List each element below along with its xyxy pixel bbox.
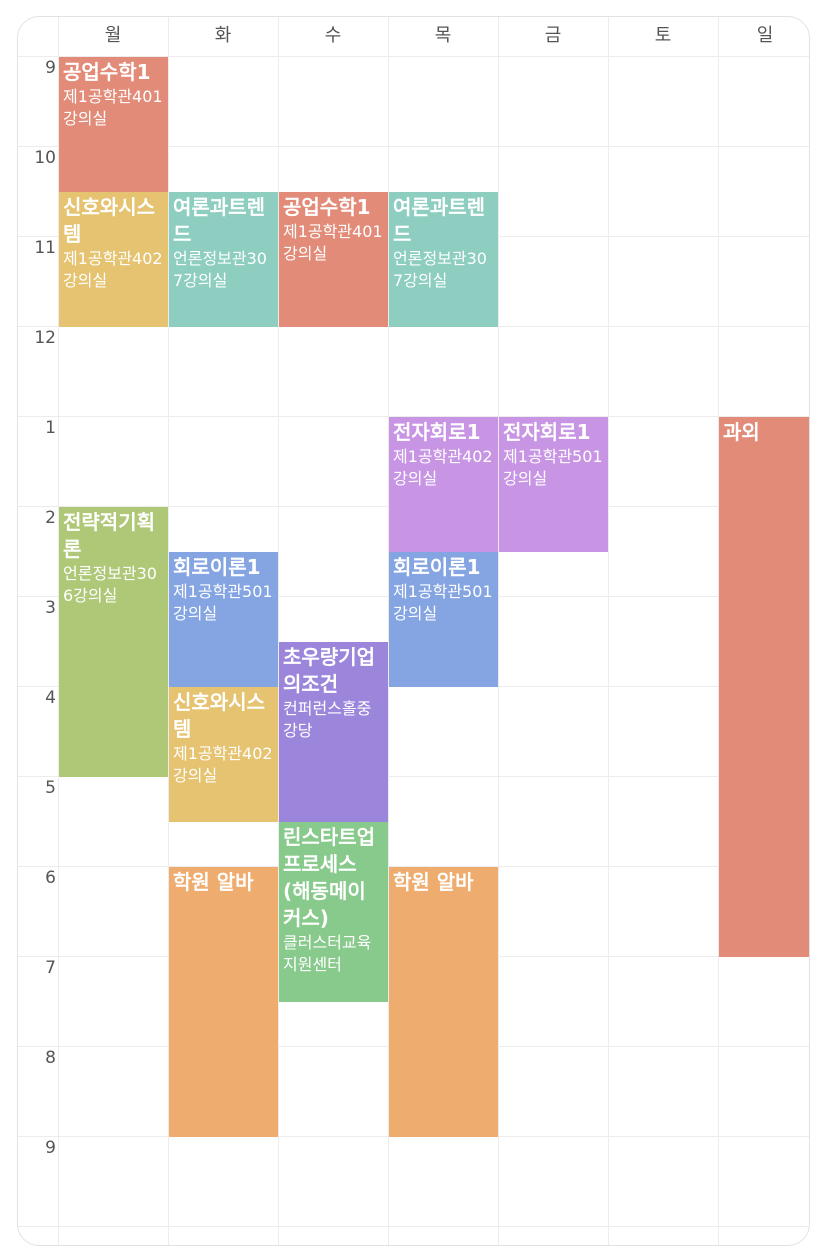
hour-label: 8: [45, 1048, 56, 1068]
course-room: 언론정보관307강의실: [393, 249, 487, 290]
hour-label: 7: [45, 958, 56, 978]
course-block[interactable]: 학원 알바: [389, 867, 498, 1137]
course-title: 공업수학1: [63, 60, 151, 84]
course-room: 클러스터교육지원센터: [283, 933, 372, 974]
column-divider: [608, 17, 609, 1245]
hour-label: 11: [34, 238, 56, 258]
course-title: 전략적기획론: [63, 510, 155, 561]
column-divider: [498, 17, 499, 1245]
day-label: 일: [756, 25, 774, 46]
hour-label: 9: [45, 1138, 56, 1158]
course-block[interactable]: 신호와시스템 제1공학관402강의실: [59, 192, 168, 327]
hour-label: 9: [45, 58, 56, 78]
day-label: 화: [214, 25, 232, 46]
day-label: 월: [104, 25, 122, 46]
course-block[interactable]: 전자회로1 제1공학관501강의실: [499, 417, 608, 552]
hour-label: 3: [45, 598, 56, 618]
course-block[interactable]: 여론과트렌드 언론정보관307강의실: [389, 192, 498, 327]
course-title: 공업수학1: [283, 195, 371, 219]
row-divider: [18, 1226, 809, 1227]
course-room: 제1공학관402강의실: [63, 249, 163, 290]
course-block[interactable]: 공업수학1 제1공학관401강의실: [279, 192, 388, 327]
course-title: 회로이론1: [393, 555, 481, 579]
day-label: 목: [434, 25, 452, 46]
course-block[interactable]: 신호와시스템 제1공학관402강의실: [169, 687, 278, 822]
hour-label: 2: [45, 508, 56, 528]
course-title: 여론과트렌드: [393, 195, 485, 246]
course-title: 학원 알바: [393, 870, 474, 894]
course-block[interactable]: 초우량기업의조건 컨퍼런스홀중강당: [279, 642, 388, 822]
course-room: 제1공학관501강의실: [503, 447, 603, 488]
course-block[interactable]: 전자회로1 제1공학관402강의실: [389, 417, 498, 552]
course-room: 제1공학관401강의실: [283, 222, 383, 263]
day-label: 금: [544, 25, 562, 46]
course-room: 제1공학관402강의실: [393, 447, 493, 488]
hour-label: 5: [45, 778, 56, 798]
course-title: 신호와시스템: [63, 195, 155, 246]
hour-label: 4: [45, 688, 56, 708]
course-title: 초우량기업의조건: [283, 645, 375, 696]
hour-label: 12: [34, 328, 56, 348]
course-title: 회로이론1: [173, 555, 261, 579]
course-title: 학원 알바: [173, 870, 254, 894]
day-label: 수: [324, 25, 342, 46]
course-room: 제1공학관402강의실: [173, 744, 273, 785]
course-block[interactable]: 전략적기획론 언론정보관306강의실: [59, 507, 168, 777]
hour-label: 1: [45, 418, 56, 438]
course-room: 컨퍼런스홀중강당: [283, 699, 372, 740]
hour-label: 10: [34, 148, 56, 168]
course-title: 전자회로1: [503, 420, 591, 444]
course-room: 제1공학관501강의실: [393, 582, 493, 623]
course-room: 언론정보관306강의실: [63, 564, 157, 605]
course-block[interactable]: 공업수학1 제1공학관401강의실: [59, 57, 168, 192]
course-block[interactable]: 학원 알바: [169, 867, 278, 1137]
course-block[interactable]: 린스타트업프로세스(해동메이커스) 클러스터교육지원센터: [279, 822, 388, 1002]
course-title: 여론과트렌드: [173, 195, 265, 246]
course-title: 과외: [723, 420, 760, 444]
course-block[interactable]: 과외: [719, 417, 809, 957]
timetable-grid: 월화수목금토일 9 10 11 12 1 2 3 4 5 6 7 8 9 공업수학1 제1공학관401강의…: [17, 16, 810, 1246]
hour-label: 6: [45, 868, 56, 888]
course-title: 전자회로1: [393, 420, 481, 444]
course-block[interactable]: 여론과트렌드 언론정보관307강의실: [169, 192, 278, 327]
course-room: 제1공학관401강의실: [63, 87, 163, 128]
course-title: 린스타트업프로세스(해동메이커스): [283, 825, 375, 930]
course-room: 언론정보관307강의실: [173, 249, 267, 290]
course-title: 신호와시스템: [173, 690, 265, 741]
course-room: 제1공학관501강의실: [173, 582, 273, 623]
course-block[interactable]: 회로이론1 제1공학관501강의실: [389, 552, 498, 687]
course-block[interactable]: 회로이론1 제1공학관501강의실: [169, 552, 278, 687]
day-label: 토: [654, 25, 672, 46]
